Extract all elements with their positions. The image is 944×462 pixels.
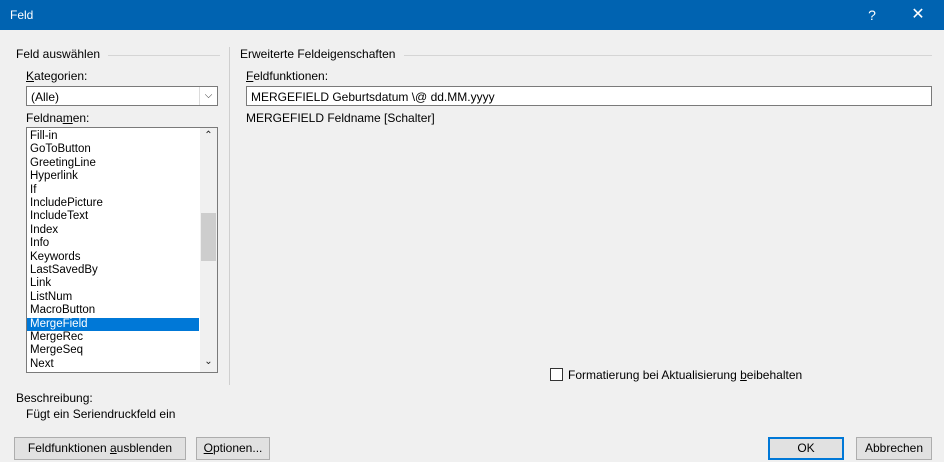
field-name-item[interactable]: If <box>27 184 199 197</box>
group-divider <box>404 55 932 56</box>
advanced-properties-group-title: Erweiterte Feldeigenschaften <box>240 47 396 61</box>
field-name-item[interactable]: IncludeText <box>27 210 199 223</box>
cancel-button[interactable]: Abbrechen <box>856 437 932 460</box>
field-name-item[interactable]: MacroButton <box>27 304 199 317</box>
preserve-formatting-checkbox[interactable] <box>550 368 563 381</box>
field-dialog: Feld ? ✕ Feld auswählen Kategorien: (All… <box>0 0 944 462</box>
field-names-label: Feldnamen: <box>26 111 90 125</box>
group-separator <box>229 47 230 385</box>
field-name-item[interactable]: Hyperlink <box>27 170 199 183</box>
field-name-item[interactable]: LastSavedBy <box>27 264 199 277</box>
field-name-item[interactable]: MergeRec <box>27 331 199 344</box>
field-name-item[interactable]: ListNum <box>27 291 199 304</box>
field-name-item[interactable]: GoToButton <box>27 143 199 156</box>
preserve-formatting-label[interactable]: Formatierung bei Aktualisierung beibehal… <box>568 368 802 382</box>
field-codes-input[interactable]: MERGEFIELD Geburtsdatum \@ dd.MM.yyyy <box>246 86 932 106</box>
title-bar: Feld ? ✕ <box>0 0 944 30</box>
field-name-item[interactable]: MergeField <box>27 317 199 331</box>
chevron-down-icon[interactable]: ⌵ <box>199 87 217 105</box>
field-name-item[interactable]: MergeSeq <box>27 344 199 357</box>
help-icon[interactable]: ? <box>855 0 889 30</box>
field-name-item[interactable]: Next <box>27 358 199 371</box>
field-name-item[interactable]: Fill-in <box>27 130 199 143</box>
description-label: Beschreibung: <box>16 391 93 405</box>
field-syntax-hint: MERGEFIELD Feldname [Schalter] <box>246 111 435 125</box>
select-field-group-title: Feld auswählen <box>16 47 101 61</box>
list-scrollbar[interactable]: ⌃ ⌄ <box>200 128 217 372</box>
categories-label: Kategorien: <box>26 69 88 83</box>
scroll-thumb[interactable] <box>201 213 216 261</box>
chevron-up-icon[interactable]: ⌃ <box>200 130 217 144</box>
field-name-item[interactable]: Link <box>27 277 199 290</box>
field-codes-label: Feldfunktionen: <box>246 69 329 83</box>
field-name-item[interactable]: Index <box>27 224 199 237</box>
description-text: Fügt ein Seriendruckfeld ein <box>26 407 176 421</box>
close-icon[interactable]: ✕ <box>898 0 938 30</box>
ok-button[interactable]: OK <box>768 437 844 460</box>
field-name-item[interactable]: Info <box>27 237 199 250</box>
categories-value: (Alle) <box>31 90 60 104</box>
field-name-item[interactable]: GreetingLine <box>27 157 199 170</box>
group-divider <box>108 55 220 56</box>
hide-field-codes-button[interactable]: Feldfunktionen ausblenden <box>14 437 186 460</box>
options-button[interactable]: Optionen... <box>196 437 270 460</box>
categories-dropdown[interactable]: (Alle) ⌵ <box>26 86 218 106</box>
field-name-item[interactable]: Keywords <box>27 251 199 264</box>
field-names-list[interactable]: Fill-in GoToButton GreetingLine Hyperlink If… <box>26 127 218 373</box>
chevron-down-icon[interactable]: ⌄ <box>200 356 217 370</box>
dialog-title: Feld <box>10 8 34 22</box>
field-name-item[interactable]: IncludePicture <box>27 197 199 210</box>
